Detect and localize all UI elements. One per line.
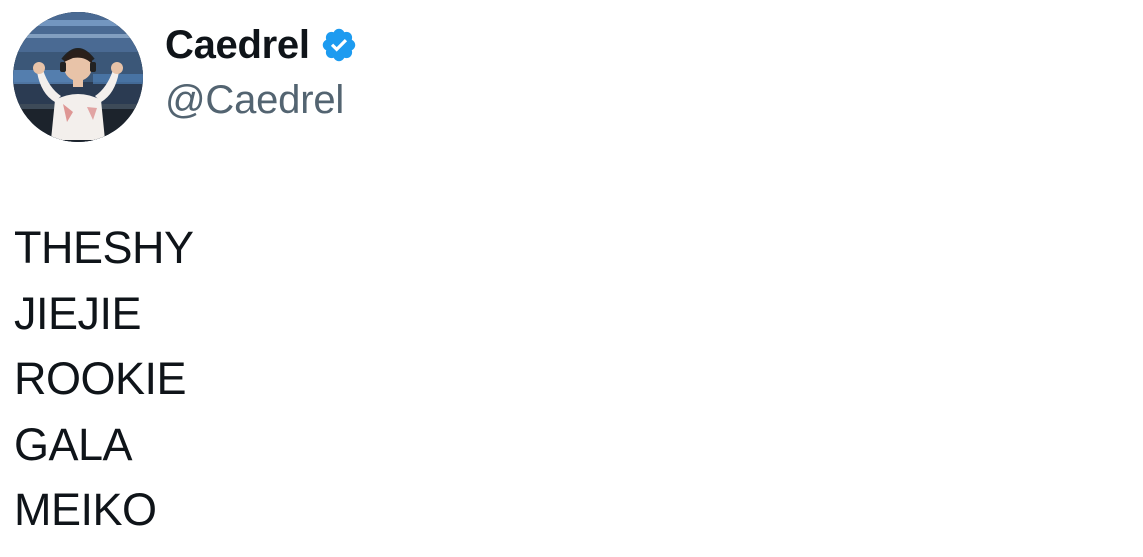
author-names: Caedrel @Caedrel	[165, 20, 358, 125]
tweet-line: ROOKIE	[14, 353, 187, 404]
tweet-line: THESHY	[14, 222, 194, 273]
tweet-card: Caedrel @Caedrel THESHY JIEJIE ROOKIE GA…	[0, 0, 1143, 557]
display-name-row: Caedrel	[165, 20, 358, 70]
display-name[interactable]: Caedrel	[165, 20, 310, 70]
tweet-text: THESHY JIEJIE ROOKIE GALA MEIKO	[14, 215, 194, 543]
tweet-line: JIEJIE	[14, 287, 142, 339]
tweet-header: Caedrel @Caedrel	[13, 12, 358, 142]
tweet-line: GALA	[14, 418, 133, 470]
avatar[interactable]	[13, 12, 143, 142]
tweet-line: MEIKO	[14, 484, 157, 535]
author-handle[interactable]: @Caedrel	[165, 75, 358, 125]
avatar-photo-icon	[13, 12, 143, 142]
verified-badge-icon[interactable]	[320, 26, 358, 64]
